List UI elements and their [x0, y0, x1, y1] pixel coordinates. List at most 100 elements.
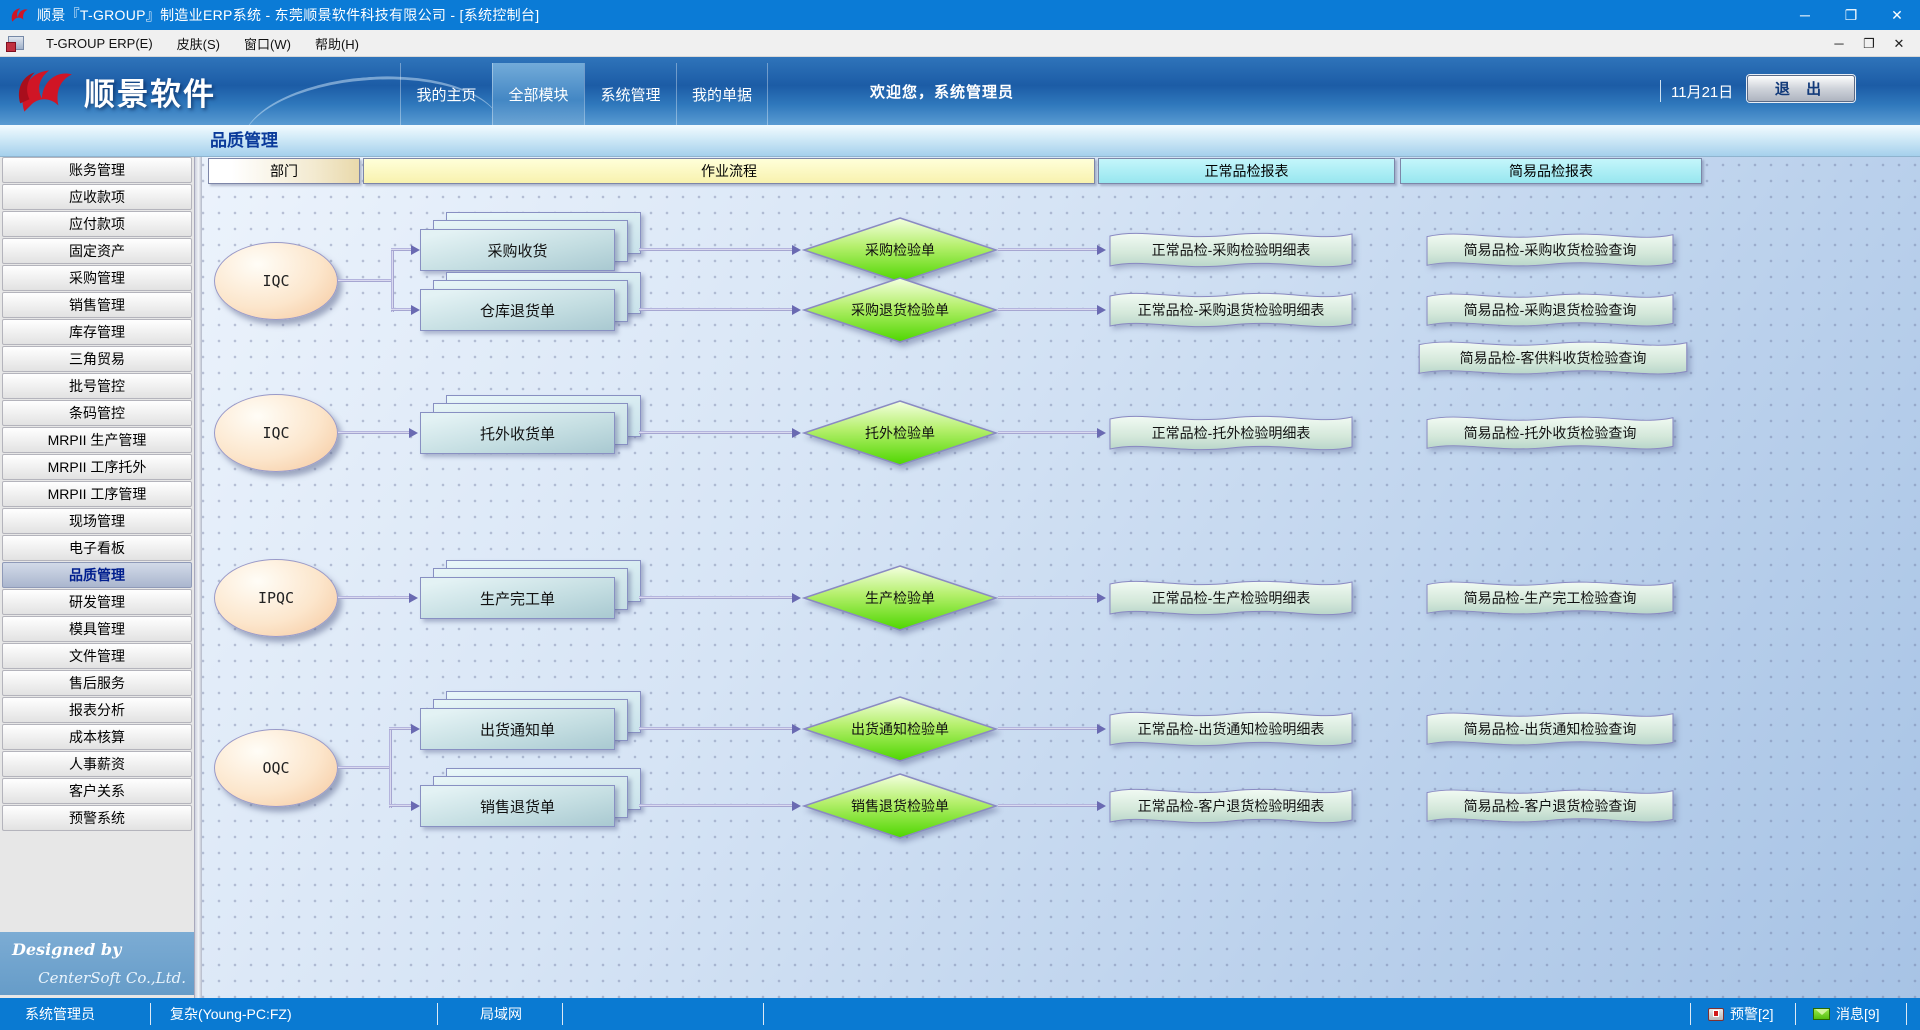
- designed-by-box: Designed by CenterSoft Co.,Ltd.: [0, 932, 194, 995]
- sidebar-item-inventory[interactable]: 库存管理: [2, 319, 192, 345]
- process-label: 托外收货单: [420, 412, 615, 454]
- sidebar-item-kanban[interactable]: 电子看板: [2, 535, 192, 561]
- report-label: 简易品检-采购收货检验查询: [1425, 229, 1675, 271]
- page-title: 品质管理: [210, 125, 278, 156]
- minimize-icon[interactable]: ─: [1782, 0, 1828, 30]
- status-message[interactable]: 消息[9]: [1813, 998, 1880, 1030]
- application-window: 顺景『T-GROUP』制造业ERP系统 - 东莞顺景软件科技有限公司 - [系统…: [0, 0, 1920, 1030]
- report-label: 正常品检-采购退货检验明细表: [1108, 288, 1354, 332]
- report-normal-purchase[interactable]: 正常品检-采购检验明细表: [1108, 228, 1354, 272]
- decision-label: 采购退货检验单: [802, 277, 998, 343]
- decision-outsourcing-inspection[interactable]: 托外检验单: [802, 400, 998, 466]
- sidebar-item-receivables[interactable]: 应收款项: [2, 184, 192, 210]
- report-label: 简易品检-客户退货检验查询: [1425, 785, 1675, 827]
- tab-my-documents[interactable]: 我的单据: [676, 63, 768, 125]
- current-date: 11月21日: [1671, 81, 1733, 102]
- sidebar-item-fixed-assets[interactable]: 固定资产: [2, 238, 192, 264]
- report-normal-purchase-return[interactable]: 正常品检-采购退货检验明细表: [1108, 288, 1354, 332]
- dept-ellipse-iqc-2: IQC: [214, 394, 338, 472]
- app-logo-icon: [9, 5, 29, 25]
- mdi-close-icon[interactable]: ✕: [1886, 33, 1912, 55]
- report-label: 正常品检-托外检验明细表: [1108, 411, 1354, 455]
- process-shipping-notice[interactable]: 出货通知单: [420, 708, 615, 750]
- tab-my-home[interactable]: 我的主页: [400, 63, 492, 125]
- alert-count: 预警[2]: [1730, 1004, 1774, 1024]
- sidebar-item-lot-control[interactable]: 批号管控: [2, 373, 192, 399]
- sidebar-item-documents[interactable]: 文件管理: [2, 643, 192, 669]
- report-label: 简易品检-客供料收货检验查询: [1417, 337, 1689, 379]
- exit-button[interactable]: 退 出: [1747, 75, 1855, 102]
- panel-splitter[interactable]: [195, 157, 202, 998]
- mdi-window-controls: ─ ❐ ✕: [1826, 30, 1912, 57]
- process-purchase-receipt[interactable]: 采购收货: [420, 229, 615, 271]
- sidebar-item-payables[interactable]: 应付款项: [2, 211, 192, 237]
- decision-label: 出货通知检验单: [802, 696, 998, 762]
- sidebar-item-accounting[interactable]: 账务管理: [2, 157, 192, 183]
- sidebar-item-triangle-trade[interactable]: 三角贸易: [2, 346, 192, 372]
- decision-production-inspection[interactable]: 生产检验单: [802, 565, 998, 631]
- decision-shipping-notice-inspection[interactable]: 出货通知检验单: [802, 696, 998, 762]
- mdi-child-icon: [8, 36, 24, 50]
- sidebar-item-shopfloor[interactable]: 现场管理: [2, 508, 192, 534]
- sidebar-item-mold[interactable]: 模具管理: [2, 616, 192, 642]
- report-normal-outsourcing[interactable]: 正常品检-托外检验明细表: [1108, 411, 1354, 455]
- alert-icon: [1708, 1008, 1724, 1021]
- report-label: 正常品检-客户退货检验明细表: [1108, 784, 1354, 828]
- process-label: 生产完工单: [420, 577, 615, 619]
- menu-item-window[interactable]: 窗口(W): [232, 30, 303, 57]
- report-normal-customer-return[interactable]: 正常品检-客户退货检验明细表: [1108, 784, 1354, 828]
- report-simple-outsourcing-receipt[interactable]: 简易品检-托外收货检验查询: [1425, 412, 1675, 454]
- sidebar-item-barcode-control[interactable]: 条码管控: [2, 400, 192, 426]
- status-alert[interactable]: 预警[2]: [1708, 998, 1774, 1030]
- status-host: 复杂(Young-PC:FZ): [170, 998, 292, 1030]
- decision-purchase-inspection[interactable]: 采购检验单: [802, 217, 998, 283]
- sidebar-item-sales[interactable]: 销售管理: [2, 292, 192, 318]
- sidebar-item-mrp2-production[interactable]: MRPII 生产管理: [2, 427, 192, 453]
- report-simple-purchase-return[interactable]: 简易品检-采购退货检验查询: [1425, 289, 1675, 331]
- report-simple-shipping-notice[interactable]: 简易品检-出货通知检验查询: [1425, 708, 1675, 750]
- decision-purchase-return-inspection[interactable]: 采购退货检验单: [802, 277, 998, 343]
- report-simple-customer-return[interactable]: 简易品检-客户退货检验查询: [1425, 785, 1675, 827]
- sidebar-item-alerts[interactable]: 预警系统: [2, 805, 192, 831]
- welcome-text: 欢迎您，系统管理员: [870, 57, 1014, 125]
- report-simple-purchase-receipt[interactable]: 简易品检-采购收货检验查询: [1425, 229, 1675, 271]
- sidebar-item-quality[interactable]: 品质管理: [2, 562, 192, 588]
- sidebar-item-rnd[interactable]: 研发管理: [2, 589, 192, 615]
- process-outsourcing-receipt[interactable]: 托外收货单: [420, 412, 615, 454]
- sidebar-item-mrp2-process[interactable]: MRPII 工序管理: [2, 481, 192, 507]
- brand-name: 顺景软件: [84, 69, 216, 114]
- report-label: 正常品检-采购检验明细表: [1108, 228, 1354, 272]
- tab-all-modules[interactable]: 全部模块: [492, 63, 584, 125]
- sidebar-item-after-sales[interactable]: 售后服务: [2, 670, 192, 696]
- date-display: 11月21日: [1660, 57, 1733, 125]
- process-label: 销售退货单: [420, 785, 615, 827]
- module-sidebar: 账务管理 应收款项 应付款项 固定资产 采购管理 销售管理 库存管理 三角贸易 …: [0, 157, 195, 998]
- menu-item-tgroup-erp[interactable]: T-GROUP ERP(E): [34, 30, 165, 57]
- main-nav-tabs: 我的主页 全部模块 系统管理 我的单据: [400, 63, 768, 125]
- report-simple-production-completion[interactable]: 简易品检-生产完工检验查询: [1425, 577, 1675, 619]
- decision-sales-return-inspection[interactable]: 销售退货检验单: [802, 773, 998, 839]
- sidebar-item-crm[interactable]: 客户关系: [2, 778, 192, 804]
- sidebar-item-mrp2-outsourcing[interactable]: MRPII 工序托外: [2, 454, 192, 480]
- report-normal-shipping-notice[interactable]: 正常品检-出货通知检验明细表: [1108, 707, 1354, 751]
- mdi-minimize-icon[interactable]: ─: [1826, 33, 1852, 55]
- process-sales-return[interactable]: 销售退货单: [420, 785, 615, 827]
- menu-item-help[interactable]: 帮助(H): [303, 30, 371, 57]
- tab-system-admin[interactable]: 系统管理: [584, 63, 676, 125]
- process-production-completion[interactable]: 生产完工单: [420, 577, 615, 619]
- brand-logo-icon: [14, 63, 76, 119]
- window-title: 顺景『T-GROUP』制造业ERP系统 - 东莞顺景软件科技有限公司 - [系统…: [37, 5, 539, 25]
- close-icon[interactable]: ✕: [1874, 0, 1920, 30]
- process-warehouse-return[interactable]: 仓库退货单: [420, 289, 615, 331]
- report-simple-customer-supplied[interactable]: 简易品检-客供料收货检验查询: [1417, 337, 1689, 379]
- sidebar-item-hr-payroll[interactable]: 人事薪资: [2, 751, 192, 777]
- sidebar-item-purchasing[interactable]: 采购管理: [2, 265, 192, 291]
- restore-icon[interactable]: ❐: [1828, 0, 1874, 30]
- sidebar-item-reports[interactable]: 报表分析: [2, 697, 192, 723]
- decision-label: 采购检验单: [802, 217, 998, 283]
- menu-item-skin[interactable]: 皮肤(S): [165, 30, 232, 57]
- date-separator: [1660, 80, 1661, 102]
- mdi-restore-icon[interactable]: ❐: [1856, 33, 1882, 55]
- report-normal-production[interactable]: 正常品检-生产检验明细表: [1108, 576, 1354, 620]
- sidebar-item-costing[interactable]: 成本核算: [2, 724, 192, 750]
